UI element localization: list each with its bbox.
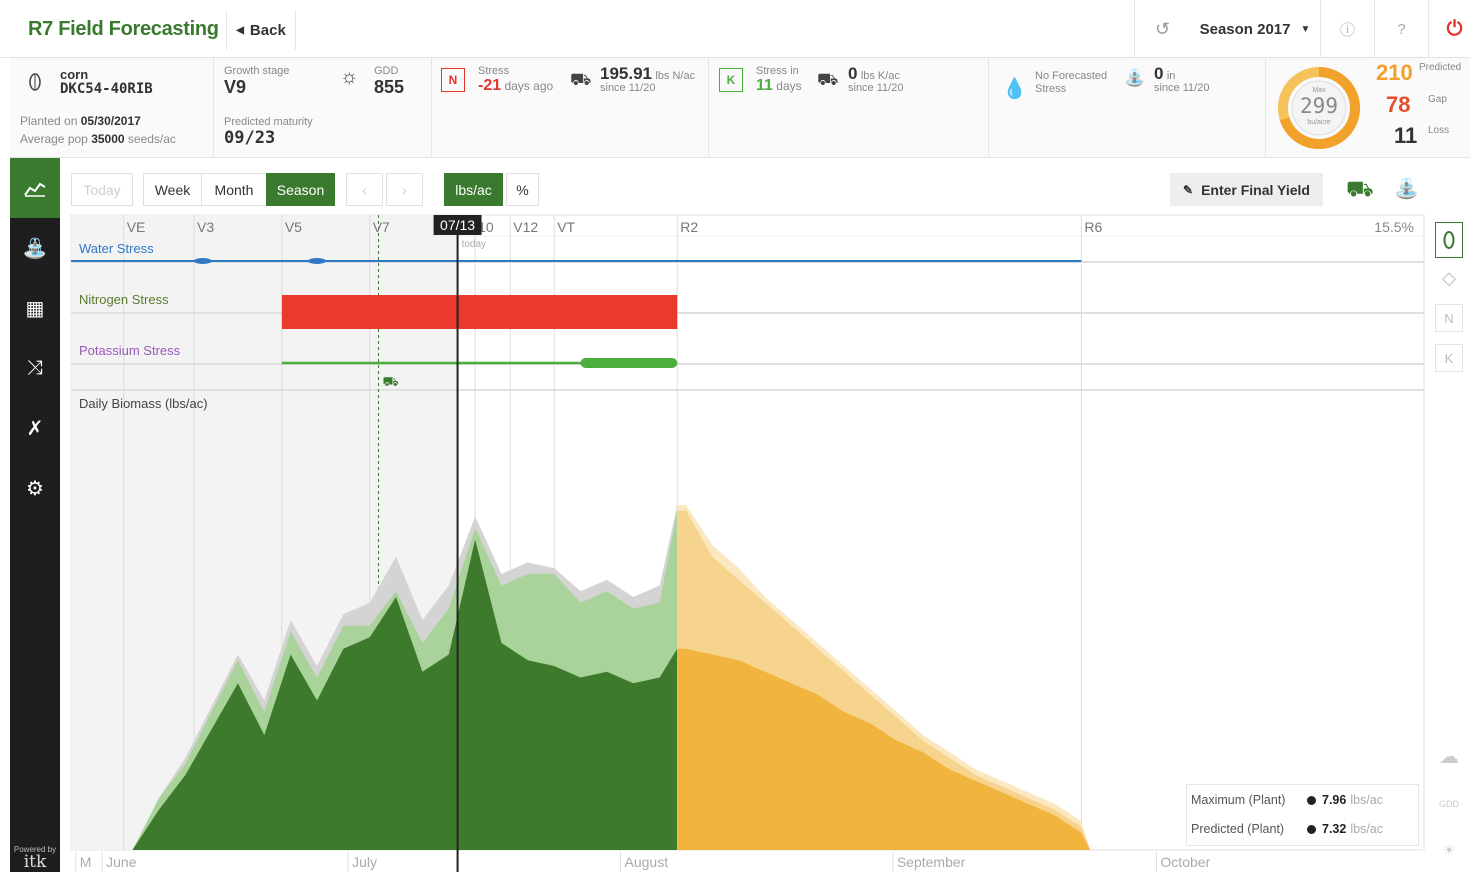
layer-toggles: ◇ N K ☁ GDD ☀ xyxy=(1425,212,1470,872)
potassium-stress-bar xyxy=(580,358,678,368)
tractor-icon: ⛟ xyxy=(383,375,399,390)
water-drop-icon[interactable]: ◇ xyxy=(1435,264,1463,292)
gdd-toggle[interactable]: GDD xyxy=(1435,790,1463,818)
legend-row-maximum: Maximum (Plant) 7.96 lbs/ac xyxy=(1191,793,1383,807)
month-label: M xyxy=(80,854,92,870)
stage-label: V3 xyxy=(197,219,214,235)
corn-icon[interactable] xyxy=(1435,222,1463,258)
stage-label: R6 xyxy=(1084,219,1102,235)
today-label: today xyxy=(462,239,486,250)
corn-shape-icon xyxy=(1443,231,1455,249)
nitrogen-stress-bar xyxy=(281,295,678,329)
water-stress-label: Water Stress xyxy=(79,241,154,256)
sun-icon[interactable]: ☀ xyxy=(1435,836,1463,864)
percent-label: 15.5% xyxy=(1374,219,1414,235)
stage-label: V7 xyxy=(373,219,390,235)
legend-dot xyxy=(1307,824,1316,834)
water-stress-marker xyxy=(308,258,326,264)
legend-dot xyxy=(1307,795,1316,805)
stage-label: V12 xyxy=(513,219,538,235)
stage-label: VT xyxy=(557,219,575,235)
today-badge-text: 07/13 xyxy=(440,217,475,233)
cloud-icon[interactable]: ☁ xyxy=(1435,742,1463,770)
potassium-toggle[interactable]: K xyxy=(1435,344,1463,372)
nitrogen-stress-label: Nitrogen Stress xyxy=(79,292,169,307)
month-label: August xyxy=(625,854,669,870)
biomass-chart: VE V3 V5 V7 10 V12 VT R2 R6⛟15.5%M June July August… xyxy=(70,214,1425,872)
month-label: July xyxy=(352,854,377,870)
biomass-label: Daily Biomass (lbs/ac) xyxy=(79,396,208,411)
month-label: June xyxy=(106,854,137,870)
legend-row-predicted: Predicted (Plant) 7.32 lbs/ac xyxy=(1191,822,1383,836)
stage-label: R2 xyxy=(680,219,698,235)
nitrogen-toggle[interactable]: N xyxy=(1435,304,1463,332)
potassium-stress-label: Potassium Stress xyxy=(79,343,181,358)
stage-label: V5 xyxy=(285,219,302,235)
water-stress-marker xyxy=(193,258,212,264)
stage-label: VE xyxy=(127,219,146,235)
month-label: September xyxy=(897,854,966,870)
month-label: October xyxy=(1160,854,1210,870)
chart-legend: Maximum (Plant) 7.96 lbs/ac Predicted (P… xyxy=(1186,784,1419,846)
